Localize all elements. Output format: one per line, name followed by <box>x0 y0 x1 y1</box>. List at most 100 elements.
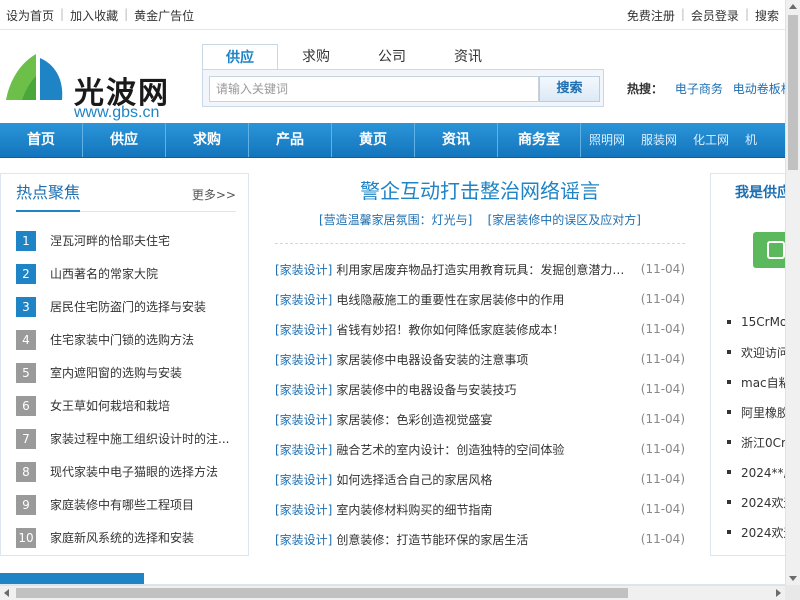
news-sub-link[interactable]: [营造温馨家居氛围：灯光与] <box>319 213 472 227</box>
news-title-link[interactable]: 电线隐蔽施工的重要性在家居装修中的作用 <box>336 291 632 308</box>
news-title-link[interactable]: 家居装修：色彩创造视觉盛宴 <box>336 411 632 428</box>
news-item[interactable]: [家装设计] 利用家居废弃物品打造实用教育玩具：发掘创意潜力，... (11-04) <box>275 254 685 284</box>
list-item-title[interactable]: 涅瓦河畔的恰耶夫住宅 <box>50 232 238 249</box>
list-item-title[interactable]: 住宅家装中门锁的选购方法 <box>50 331 238 348</box>
search-input[interactable]: 请输入关键词 <box>209 76 539 102</box>
supply-item[interactable]: 15CrMo <box>727 307 790 337</box>
hot-focus-more-link[interactable]: 更多>> <box>192 186 236 203</box>
supply-item[interactable]: 阿里橡胶 <box>727 397 790 427</box>
login-link[interactable]: 会员登录 <box>685 7 745 24</box>
list-item-title[interactable]: 室内遮阳窗的选购与安装 <box>50 364 238 381</box>
nav-sub-machinery[interactable]: 机 <box>737 123 765 157</box>
list-item[interactable]: 7 家装过程中施工组织设计时的注... <box>16 422 238 455</box>
news-title-link[interactable]: 家居装修中的电器设备与安装技巧 <box>336 381 632 398</box>
supply-item-title[interactable]: mac自粘 <box>741 374 790 391</box>
nav-business-room[interactable]: 商务室 <box>498 123 581 157</box>
nav-sub-chemical[interactable]: 化工网 <box>685 123 737 157</box>
scroll-down-arrow-icon[interactable] <box>789 576 797 581</box>
news-item[interactable]: [家装设计] 省钱有妙招！教你如何降低家庭装修成本！ (11-04) <box>275 314 685 344</box>
list-item[interactable]: 1 涅瓦河畔的恰耶夫住宅 <box>16 224 238 257</box>
supply-item-title[interactable]: 浙江0Cr <box>741 434 786 451</box>
news-headline[interactable]: 警企互动打击整治网络谣言 <box>265 175 695 204</box>
supply-item-title[interactable]: 15CrMo <box>741 315 787 329</box>
supply-item-title[interactable]: 2024欢迎 <box>741 524 790 541</box>
nav-supply[interactable]: 供应 <box>83 123 166 157</box>
supply-item-title[interactable]: 欢迎访问 <box>741 344 789 361</box>
list-item[interactable]: 2 山西著名的常家大院 <box>16 257 238 290</box>
set-homepage-link[interactable]: 设为首页 <box>0 7 60 24</box>
supply-item[interactable]: 浙江0Cr <box>727 427 790 457</box>
search-tab-supply[interactable]: 供应 <box>202 44 278 70</box>
nav-purchase[interactable]: 求购 <box>166 123 249 157</box>
news-category-link[interactable]: [家装设计] <box>275 321 332 338</box>
list-item[interactable]: 6 女王草如何栽培和栽培 <box>16 389 238 422</box>
news-item[interactable]: [家装设计] 创意装修：打造节能环保的家居生活 (11-04) <box>275 524 685 554</box>
vertical-scroll-thumb[interactable] <box>788 15 798 170</box>
news-title-link[interactable]: 室内装修材料购买的细节指南 <box>336 501 632 518</box>
news-category-link[interactable]: [家装设计] <box>275 291 332 308</box>
news-item[interactable]: [家装设计] 融合艺术的室内设计：创造独特的空间体验 (11-04) <box>275 434 685 464</box>
add-favorite-link[interactable]: 加入收藏 <box>64 7 124 24</box>
site-logo[interactable]: 光波网 www.gbs.cn <box>2 48 178 121</box>
nav-yellow-pages[interactable]: 黄页 <box>332 123 415 157</box>
news-title-link[interactable]: 利用家居废弃物品打造实用教育玩具：发掘创意潜力，... <box>336 261 632 278</box>
news-title-link[interactable]: 家居装修中电器设备安装的注意事项 <box>336 351 632 368</box>
news-title-link[interactable]: 省钱有妙招！教你如何降低家庭装修成本！ <box>336 321 632 338</box>
search-link[interactable]: 搜索 <box>749 7 785 24</box>
list-item[interactable]: 4 住宅家装中门锁的选购方法 <box>16 323 238 356</box>
list-item[interactable]: 5 室内遮阳窗的选购与安装 <box>16 356 238 389</box>
news-item[interactable]: [家装设计] 家居装修中的电器设备与安装技巧 (11-04) <box>275 374 685 404</box>
news-item[interactable]: [家装设计] 如何选择适合自己的家居风格 (11-04) <box>275 464 685 494</box>
horizontal-scrollbar[interactable] <box>0 585 785 600</box>
supply-item-title[interactable]: 阿里橡胶 <box>741 404 789 421</box>
supply-item[interactable]: mac自粘 <box>727 367 790 397</box>
news-item[interactable]: [家装设计] 室内装修材料购买的细节指南 (11-04) <box>275 494 685 524</box>
list-item-title[interactable]: 现代家装中电子猫眼的选择方法 <box>50 463 238 480</box>
news-category-link[interactable]: [家装设计] <box>275 411 332 428</box>
news-title-link[interactable]: 创意装修：打造节能环保的家居生活 <box>336 531 632 548</box>
list-item-title[interactable]: 家装过程中施工组织设计时的注... <box>50 430 238 447</box>
news-category-link[interactable]: [家装设计] <box>275 351 332 368</box>
hot-keyword-link[interactable]: 电动卷板机 <box>733 82 793 96</box>
news-category-link[interactable]: [家装设计] <box>275 471 332 488</box>
register-link[interactable]: 免费注册 <box>621 7 681 24</box>
search-tab-news[interactable]: 资讯 <box>430 44 506 70</box>
supply-item-title[interactable]: 2024**原 <box>741 464 790 481</box>
scroll-up-arrow-icon[interactable] <box>789 4 797 9</box>
list-item-title[interactable]: 家庭新风系统的选择和安装 <box>50 529 238 546</box>
list-item-title[interactable]: 家庭装修中有哪些工程项目 <box>50 496 238 513</box>
supply-item[interactable]: 欢迎访问 <box>727 337 790 367</box>
news-title-link[interactable]: 如何选择适合自己的家居风格 <box>336 471 632 488</box>
search-tab-purchase[interactable]: 求购 <box>278 44 354 70</box>
news-category-link[interactable]: [家装设计] <box>275 261 332 278</box>
list-item[interactable]: 3 居民住宅防盗门的选择与安装 <box>16 290 238 323</box>
list-item-title[interactable]: 女王草如何栽培和栽培 <box>50 397 238 414</box>
horizontal-scroll-thumb[interactable] <box>16 588 628 598</box>
nav-home[interactable]: 首页 <box>0 123 83 157</box>
nav-sub-clothing[interactable]: 服装网 <box>633 123 685 157</box>
news-category-link[interactable]: [家装设计] <box>275 501 332 518</box>
news-item[interactable]: [家装设计] 家居装修中电器设备安装的注意事项 (11-04) <box>275 344 685 374</box>
list-item[interactable]: 9 家庭装修中有哪些工程项目 <box>16 488 238 521</box>
gold-ad-link[interactable]: 黄金广告位 <box>128 7 200 24</box>
news-category-link[interactable]: [家装设计] <box>275 441 332 458</box>
news-category-link[interactable]: [家装设计] <box>275 531 332 548</box>
vertical-scrollbar[interactable] <box>785 0 800 585</box>
scroll-left-arrow-icon[interactable] <box>4 589 9 597</box>
list-item[interactable]: 8 现代家装中电子猫眼的选择方法 <box>16 455 238 488</box>
news-item[interactable]: [家装设计] 家居装修：色彩创造视觉盛宴 (11-04) <box>275 404 685 434</box>
supply-item[interactable]: 2024欢迎 <box>727 487 790 517</box>
nav-products[interactable]: 产品 <box>249 123 332 157</box>
supply-item-title[interactable]: 2024欢迎 <box>741 494 790 511</box>
nav-news[interactable]: 资讯 <box>415 123 498 157</box>
supply-item[interactable]: 2024欢迎 <box>727 517 790 547</box>
news-title-link[interactable]: 融合艺术的室内设计：创造独特的空间体验 <box>336 441 632 458</box>
news-item[interactable]: [家装设计] 电线隐蔽施工的重要性在家居装修中的作用 (11-04) <box>275 284 685 314</box>
news-category-link[interactable]: [家装设计] <box>275 381 332 398</box>
list-item[interactable]: 10 家庭新风系统的选择和安装 <box>16 521 238 554</box>
supply-item[interactable]: 2024**原 <box>727 457 790 487</box>
list-item-title[interactable]: 居民住宅防盗门的选择与安装 <box>50 298 238 315</box>
scroll-right-arrow-icon[interactable] <box>776 589 781 597</box>
search-button[interactable]: 搜索 <box>539 76 600 102</box>
news-sub-link[interactable]: [家居装修中的误区及应对方] <box>488 213 641 227</box>
